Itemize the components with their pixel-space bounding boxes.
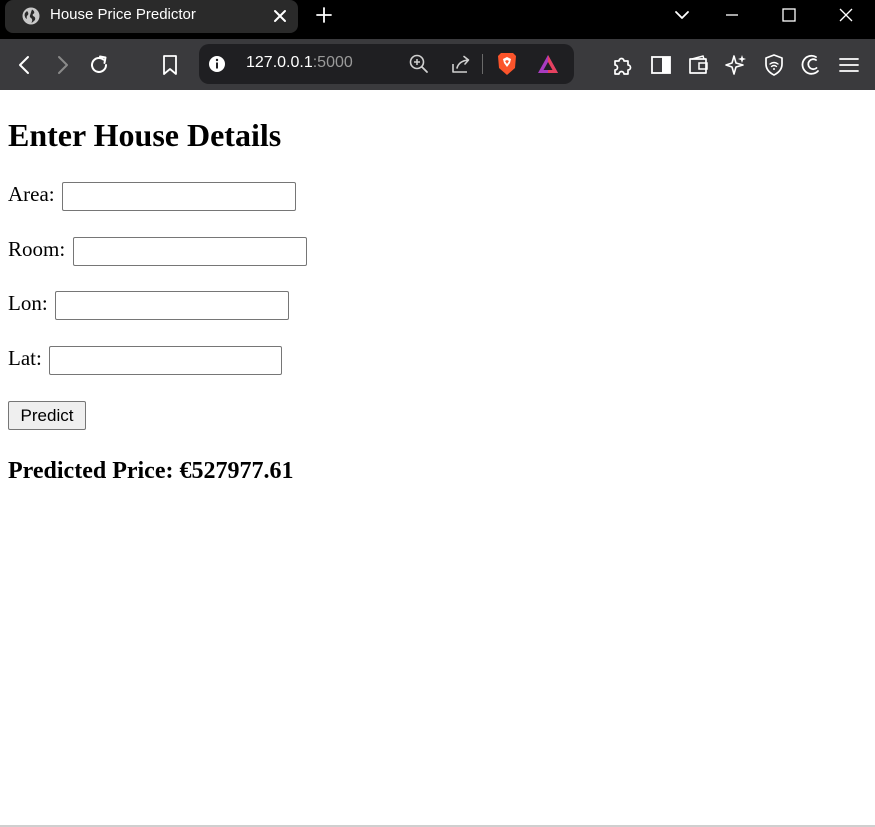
page-title: Enter House Details: [8, 117, 282, 153]
bookmark-icon[interactable]: [157, 52, 183, 78]
extensions-icon[interactable]: [610, 52, 636, 78]
vpn-shield-icon[interactable]: [761, 52, 787, 78]
zoom-icon[interactable]: [407, 52, 431, 76]
predicted-price: Predicted Price: €527977.61: [8, 458, 294, 484]
tab-title: House Price Predictor: [50, 6, 196, 23]
close-window-icon[interactable]: [834, 3, 858, 27]
wallet-icon[interactable]: [686, 52, 712, 78]
url-port: :5000: [312, 54, 353, 71]
room-input[interactable]: [73, 237, 307, 266]
menu-icon[interactable]: [836, 52, 862, 78]
lon-label: Lon:: [8, 291, 48, 315]
browser-tab[interactable]: House Price Predictor: [5, 0, 298, 33]
room-label: Room:: [8, 237, 66, 261]
predict-button[interactable]: Predict: [8, 401, 86, 430]
close-tab-icon[interactable]: [269, 5, 291, 27]
minimize-icon[interactable]: [720, 3, 744, 27]
maximize-icon[interactable]: [777, 3, 801, 27]
tab-search-chevron-icon[interactable]: [670, 3, 694, 27]
info-icon[interactable]: [208, 55, 226, 73]
brave-shields-icon[interactable]: [495, 51, 519, 77]
globe-icon: [22, 7, 40, 25]
new-tab-icon[interactable]: [312, 3, 336, 27]
url-host: 127.0.0.1: [246, 54, 313, 71]
share-icon[interactable]: [449, 52, 473, 76]
lat-label: Lat:: [8, 346, 42, 370]
lon-input[interactable]: [55, 291, 289, 320]
leo-ai-icon[interactable]: [723, 52, 749, 78]
address-bar-divider: [482, 54, 483, 74]
address-bar[interactable]: 127.0.0.1:5000: [199, 44, 574, 84]
url-text[interactable]: 127.0.0.1:5000: [246, 54, 353, 72]
browser-toolbar: 127.0.0.1:5000: [0, 39, 875, 90]
speedreader-icon[interactable]: [798, 52, 824, 78]
sidebar-icon[interactable]: [648, 52, 674, 78]
lat-input[interactable]: [49, 346, 282, 375]
area-label: Area:: [8, 182, 55, 206]
forward-icon[interactable]: [49, 52, 75, 78]
reload-icon[interactable]: [86, 52, 112, 78]
brave-rewards-icon[interactable]: [536, 53, 560, 75]
area-input[interactable]: [62, 182, 296, 211]
back-icon[interactable]: [12, 52, 38, 78]
title-bar: House Price Predictor: [0, 0, 875, 39]
